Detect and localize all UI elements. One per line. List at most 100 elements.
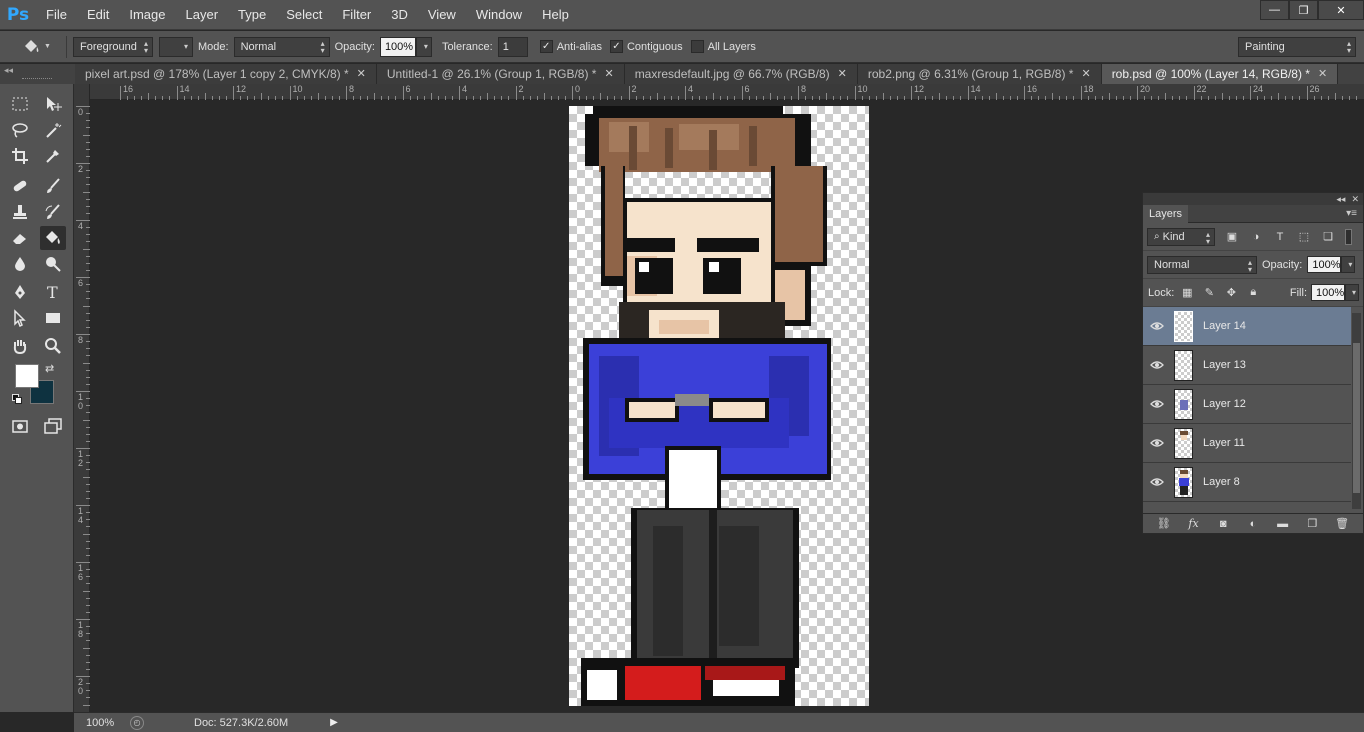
layer-name[interactable]: Layer 8 — [1203, 476, 1240, 488]
tab-layers[interactable]: Layers — [1143, 204, 1189, 223]
menu-item-view[interactable]: View — [418, 0, 466, 30]
blend-mode-dropdown[interactable]: Normal ▴ ▾ — [1147, 255, 1257, 274]
lock-all-icon[interactable]: 🔒︎ — [1246, 286, 1260, 300]
tolerance-input[interactable]: 1 — [497, 36, 528, 57]
eye-icon[interactable] — [1143, 360, 1171, 370]
minimize-button[interactable]: — — [1260, 0, 1289, 20]
add-mask-icon[interactable]: ◙ — [1216, 517, 1230, 531]
contiguous-checkbox[interactable]: ✓ — [609, 40, 623, 53]
panel-menu-icon[interactable]: ▾≡ — [1346, 208, 1357, 219]
tab-rob2[interactable]: rob2.png @ 6.31% (Group 1, RGB/8) * ✕ — [857, 64, 1102, 84]
layers-scrollbar[interactable] — [1352, 313, 1361, 509]
layer-style-fx-icon[interactable]: fx — [1187, 517, 1201, 531]
quick-mask-tool[interactable] — [7, 414, 33, 438]
tab-untitled-1[interactable]: Untitled-1 @ 26.1% (Group 1, RGB/8) * ✕ — [376, 64, 625, 84]
layer-row-12[interactable]: Layer 12 — [1143, 385, 1351, 424]
restore-button[interactable]: ❐ — [1289, 0, 1318, 20]
rectangle-tool[interactable] — [40, 306, 66, 330]
menu-item-help[interactable]: Help — [532, 0, 579, 30]
lock-pixels-icon[interactable]: ✎ — [1202, 286, 1216, 300]
link-layers-icon[interactable]: ⛓ — [1157, 517, 1171, 531]
menu-item-edit[interactable]: Edit — [77, 0, 119, 30]
new-group-folder-icon[interactable]: ▬ — [1276, 517, 1290, 531]
fill-input[interactable]: 100% — [1311, 284, 1345, 301]
lock-position-icon[interactable]: ✥ — [1224, 286, 1238, 300]
adjustment-layer-icon[interactable]: ◐ — [1246, 517, 1260, 531]
swap-colors-icon[interactable]: ⇄ — [45, 362, 54, 375]
clone-stamp-tool[interactable] — [7, 200, 33, 224]
eye-icon[interactable] — [1143, 321, 1171, 331]
menu-item-select[interactable]: Select — [276, 0, 332, 30]
pattern-picker[interactable]: ▾ — [159, 36, 193, 57]
layer-row-14[interactable]: Layer 14 — [1143, 307, 1351, 346]
lasso-tool[interactable] — [7, 118, 33, 142]
layer-name[interactable]: Layer 11 — [1203, 437, 1245, 449]
foreground-color-swatch[interactable] — [15, 364, 39, 388]
collapse-panel-icon[interactable]: ◂◂ — [1336, 194, 1345, 205]
filter-toggle-switch[interactable] — [1345, 228, 1352, 245]
menu-item-layer[interactable]: Layer — [176, 0, 229, 30]
close-icon[interactable]: ✕ — [838, 64, 847, 84]
lock-transparent-icon[interactable]: ▦ — [1180, 286, 1194, 300]
layer-row-13[interactable]: Layer 13 — [1143, 346, 1351, 385]
trash-icon[interactable]: 🗑︎ — [1335, 517, 1349, 531]
history-brush-tool[interactable] — [40, 200, 66, 224]
status-menu-arrow-icon[interactable]: ▶ — [330, 717, 338, 728]
close-panel-icon[interactable]: ✕ — [1351, 194, 1359, 205]
type-tool[interactable]: T — [40, 280, 66, 304]
eraser-tool[interactable] — [7, 226, 33, 250]
toolbar-grip[interactable] — [22, 78, 52, 81]
marquee-tool[interactable] — [7, 92, 33, 116]
document-canvas[interactable] — [569, 106, 869, 706]
close-icon[interactable]: ✕ — [357, 64, 366, 84]
fill-source-dropdown[interactable]: Foreground ▴ ▾ — [73, 36, 153, 57]
close-icon[interactable]: ✕ — [604, 64, 613, 84]
zoom-tool[interactable] — [40, 334, 66, 358]
path-selection-tool[interactable] — [7, 306, 33, 330]
filter-kind-dropdown[interactable]: ⌕ Kind ▴ ▾ — [1147, 227, 1215, 246]
paint-bucket-tool[interactable] — [40, 226, 66, 250]
menu-item-file[interactable]: File — [36, 0, 77, 30]
opacity-input[interactable]: 100% — [379, 36, 416, 57]
close-icon[interactable]: ✕ — [1318, 64, 1327, 84]
eye-icon[interactable] — [1143, 477, 1171, 487]
tool-preset-picker[interactable]: ▼ — [0, 38, 60, 56]
zoom-level[interactable]: 100% — [86, 717, 126, 729]
menu-item-type[interactable]: Type — [228, 0, 276, 30]
workspace-dropdown[interactable]: Painting ▴ ▾ — [1238, 36, 1356, 57]
close-icon[interactable]: ✕ — [1081, 64, 1090, 84]
antialias-checkbox[interactable]: ✓ — [539, 40, 553, 53]
layer-opacity-input[interactable]: 100% — [1307, 256, 1342, 273]
menu-item-window[interactable]: Window — [466, 0, 532, 30]
eyedropper-tool[interactable] — [40, 144, 66, 168]
eye-icon[interactable] — [1143, 438, 1171, 448]
antialias-option[interactable]: ✓ Anti-alias — [539, 40, 602, 53]
move-tool[interactable] — [40, 92, 66, 116]
layer-opacity-slider-toggle[interactable]: ▾ — [1341, 256, 1356, 273]
magic-wand-tool[interactable] — [40, 118, 66, 142]
tab-pixel-art[interactable]: pixel art.psd @ 178% (Layer 1 copy 2, CM… — [75, 64, 377, 84]
layer-name[interactable]: Layer 13 — [1203, 359, 1246, 371]
all-layers-checkbox[interactable] — [690, 40, 704, 53]
filter-shape-icon[interactable]: ⬚ — [1297, 230, 1311, 244]
pen-tool[interactable] — [7, 280, 33, 304]
tab-rob[interactable]: rob.psd @ 100% (Layer 14, RGB/8) * ✕ — [1101, 64, 1339, 84]
layer-row-8[interactable]: Layer 8 — [1143, 463, 1351, 502]
hand-tool[interactable] — [7, 334, 33, 358]
all-layers-option[interactable]: All Layers — [690, 40, 756, 53]
new-layer-icon[interactable]: ❐ — [1305, 517, 1319, 531]
close-button[interactable]: ✕ — [1318, 0, 1364, 20]
fill-slider-toggle[interactable]: ▾ — [1345, 284, 1359, 301]
layer-name[interactable]: Layer 12 — [1203, 398, 1246, 410]
default-colors-icon[interactable] — [12, 394, 22, 404]
dodge-tool[interactable] — [40, 252, 66, 276]
menu-item-3d[interactable]: 3D — [381, 0, 418, 30]
menu-item-filter[interactable]: Filter — [332, 0, 381, 30]
filter-type-icon[interactable]: T — [1273, 230, 1287, 244]
filter-pixel-icon[interactable]: ▣ — [1225, 230, 1239, 244]
opacity-slider-toggle[interactable]: ▾ — [415, 36, 432, 57]
crop-tool[interactable] — [7, 144, 33, 168]
status-info-icon[interactable]: ◴ — [130, 715, 144, 730]
brush-tool[interactable] — [40, 174, 66, 198]
menu-item-image[interactable]: Image — [119, 0, 175, 30]
